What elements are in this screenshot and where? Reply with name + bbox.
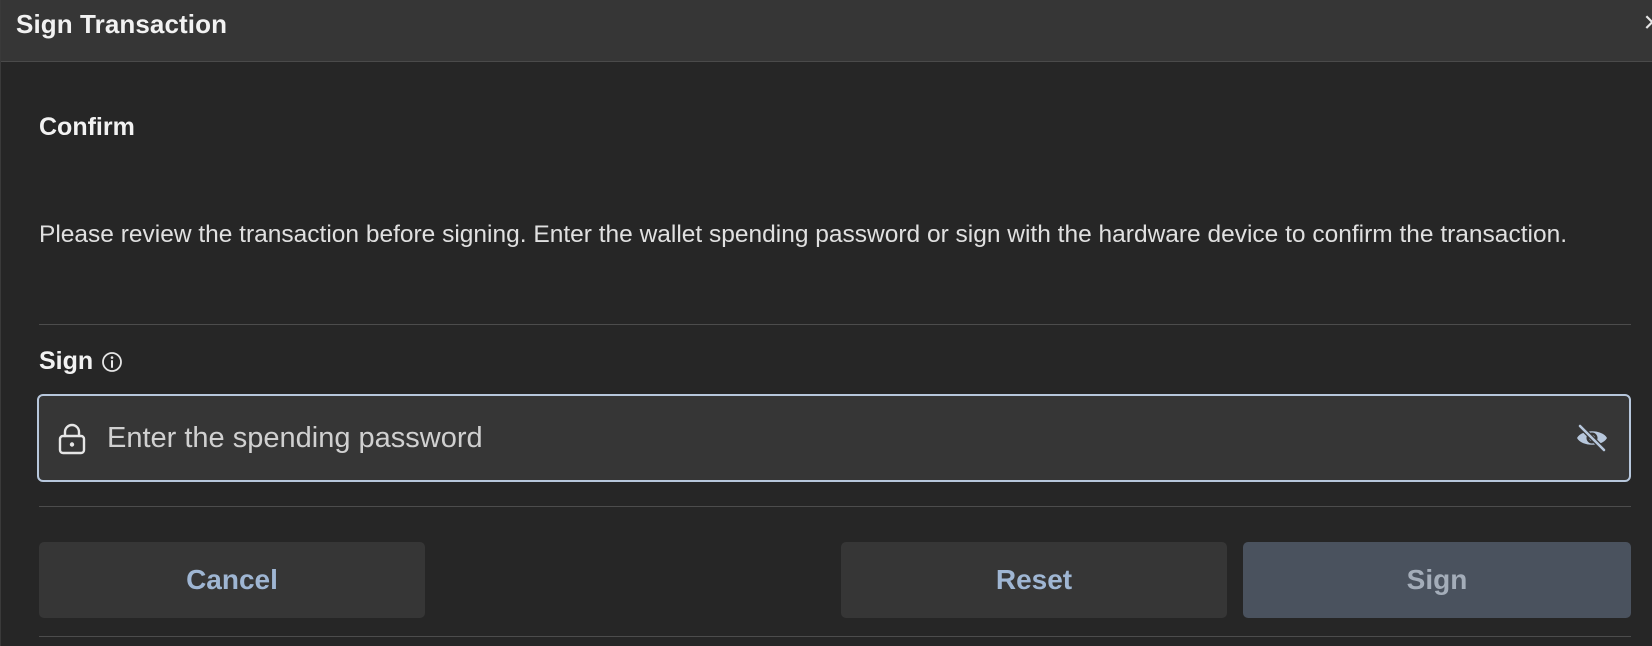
- sign-button[interactable]: Sign: [1243, 542, 1631, 618]
- close-icon[interactable]: ×: [1643, 8, 1652, 38]
- sign-label-row: Sign: [39, 347, 123, 376]
- cancel-button[interactable]: Cancel: [39, 542, 425, 618]
- divider: [39, 506, 1631, 507]
- dialog-header: Sign Transaction ×: [1, 0, 1652, 62]
- divider: [39, 324, 1631, 325]
- divider: [39, 636, 1631, 637]
- dialog-title: Sign Transaction: [16, 9, 228, 39]
- sign-transaction-dialog: Sign Transaction × Confirm Please review…: [0, 0, 1652, 646]
- lock-icon: [58, 423, 86, 455]
- info-circle-icon[interactable]: [101, 351, 123, 373]
- confirm-heading: Confirm: [39, 113, 135, 141]
- password-input[interactable]: [107, 396, 1547, 480]
- reset-button[interactable]: Reset: [841, 542, 1227, 618]
- spending-password-field[interactable]: [37, 394, 1631, 482]
- eye-off-icon[interactable]: [1575, 424, 1609, 452]
- confirm-description: Please review the transaction before sig…: [39, 221, 1567, 248]
- sign-label: Sign: [39, 347, 94, 375]
